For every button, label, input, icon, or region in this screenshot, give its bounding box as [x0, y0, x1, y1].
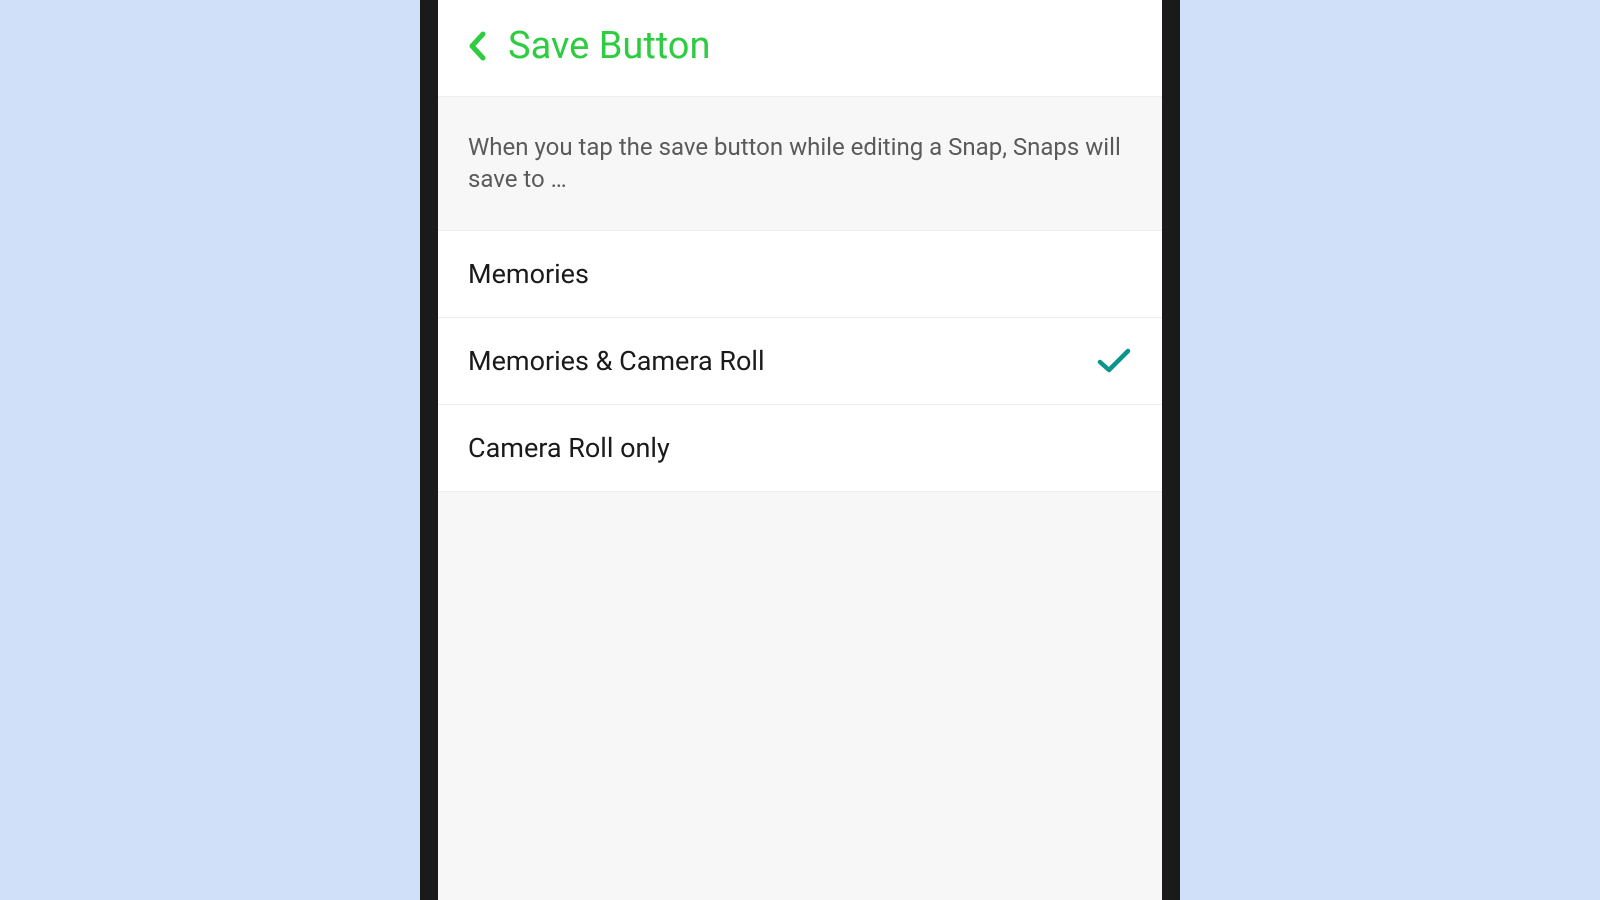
option-memories-and-camera-roll[interactable]: Memories & Camera Roll: [438, 318, 1162, 405]
option-memories[interactable]: Memories: [438, 230, 1162, 318]
option-label: Memories: [468, 258, 589, 290]
option-camera-roll-only[interactable]: Camera Roll only: [438, 405, 1162, 492]
settings-description: When you tap the save button while editi…: [438, 97, 1162, 230]
header-bar: Save Button: [438, 0, 1162, 97]
save-destination-options: Memories Memories & Camera Roll Camera R…: [438, 230, 1162, 492]
page-title: Save Button: [508, 24, 710, 68]
checkmark-icon: [1096, 347, 1132, 375]
chevron-left-icon: [468, 31, 486, 61]
option-label: Memories & Camera Roll: [468, 345, 765, 377]
device-frame: Save Button When you tap the save button…: [420, 0, 1180, 900]
settings-screen: Save Button When you tap the save button…: [438, 0, 1162, 900]
option-label: Camera Roll only: [468, 432, 670, 464]
empty-space: [438, 492, 1162, 900]
back-button[interactable]: [466, 28, 488, 64]
